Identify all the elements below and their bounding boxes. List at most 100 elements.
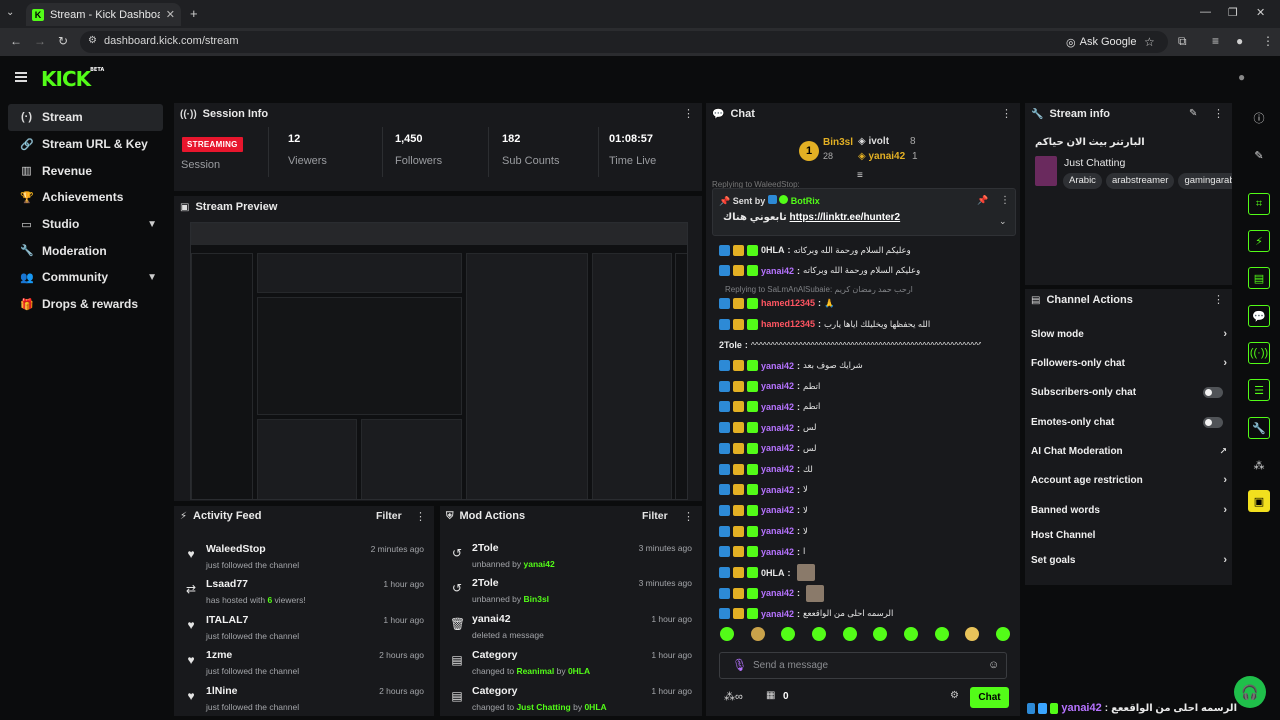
chat-message[interactable]: hamed12345: 🙏 [719, 294, 835, 312]
followers-only-row[interactable]: Followers-only chat › [1031, 353, 1227, 373]
filter-button[interactable]: Filter [642, 510, 668, 522]
chat-message[interactable]: yanai42: لا [719, 481, 808, 499]
emote-icon[interactable] [720, 627, 734, 641]
pinned-message[interactable]: 📌 Sent by BotRix تابعوني هناك https://li… [712, 188, 1016, 236]
chat-message[interactable]: 0HLA: [719, 564, 815, 582]
chat-username[interactable]: yanai42 [761, 547, 794, 557]
support-headset-icon[interactable]: 🎧 [1234, 676, 1266, 708]
chat-message[interactable]: yanai42: اتطم [719, 377, 820, 395]
chat-username[interactable]: 0HLA [761, 568, 785, 578]
chat-username[interactable]: yanai42 [761, 423, 794, 433]
emote-icon[interactable] [995, 627, 1010, 641]
bolt-icon[interactable]: ⚡ [1248, 230, 1270, 252]
wrench-icon[interactable]: 🔧 [1248, 417, 1270, 439]
chat-message[interactable]: yanai42: وعليكم السلام ورحمة الله وبركاته [719, 262, 920, 280]
pin-icon[interactable]: 📌 [977, 195, 988, 206]
document-icon[interactable]: ▤ [1248, 267, 1270, 289]
emote-icon[interactable] [811, 627, 826, 641]
more-options-icon[interactable]: ⋮ [683, 510, 694, 523]
chat-message[interactable]: yanai42: لك [719, 460, 813, 478]
store-icon[interactable]: ▦ [766, 690, 775, 701]
chat-username[interactable]: yanai42 [761, 526, 794, 536]
maximize-icon[interactable]: ❐ [1228, 6, 1238, 19]
more-options-icon[interactable]: ⋮ [1000, 195, 1010, 206]
chat-username[interactable]: 0HLA [761, 245, 785, 255]
chat-message[interactable]: yanai42: الرسمه احلى من الواقععع [719, 605, 893, 623]
gift-icon[interactable]: ▣ [1248, 490, 1270, 512]
set-goals-row[interactable]: Set goals › [1031, 550, 1227, 570]
subscribers-only-toggle[interactable] [1203, 386, 1223, 398]
more-options-icon[interactable]: ⋮ [683, 107, 694, 120]
chat-message[interactable]: yanai42: [719, 584, 825, 602]
sidebar-item-community[interactable]: 👥 Community ▼ [8, 264, 163, 291]
chat-username[interactable]: yanai42 [761, 443, 794, 453]
chat-username[interactable]: yanai42 [761, 485, 794, 495]
chat-message[interactable]: hamed12345: الله يحفظها ويخليلك اياها يار… [719, 315, 930, 333]
tab-list-icon[interactable]: ⌄ [6, 7, 14, 18]
ask-google-button[interactable]: ◎ Ask Google [1066, 34, 1136, 50]
chat-username[interactable]: yanai42 [761, 381, 794, 391]
browser-menu-icon[interactable]: ⋮ [1262, 34, 1274, 48]
emote-icon[interactable] [903, 627, 918, 641]
send-chat-button[interactable]: Chat [970, 687, 1009, 708]
minimize-icon[interactable]: — [1200, 6, 1211, 18]
chat-username[interactable]: yanai42 [761, 588, 794, 598]
new-tab-icon[interactable]: + [190, 6, 198, 21]
chevron-down-icon[interactable]: ⌄ [999, 216, 1007, 227]
host-channel-row[interactable]: Host Channel [1031, 525, 1227, 545]
chat-message[interactable]: yanai42: لا [719, 522, 808, 540]
second-gifter[interactable]: ◈ ivolt [858, 136, 889, 147]
edit-icon[interactable]: ✎ [1248, 144, 1270, 166]
layout-icon[interactable]: ☰ [1248, 379, 1270, 401]
stream-preview-video[interactable] [190, 222, 688, 500]
banned-words-row[interactable]: Banned words › [1031, 500, 1227, 520]
chat-message[interactable]: yanai42: شرايك صوف بعد [719, 357, 863, 375]
top-gifter-name[interactable]: Bin3sl [823, 137, 853, 148]
tag-chip[interactable]: gamingarab [1178, 173, 1232, 189]
emote-icon[interactable] [873, 627, 888, 641]
chat-username[interactable]: hamed12345 [761, 298, 815, 308]
tag-chip[interactable]: arabstreamer [1105, 173, 1175, 189]
slow-mode-row[interactable]: Slow mode › [1031, 324, 1227, 344]
clip-icon[interactable]: ⌗ [1248, 193, 1270, 215]
media-icon[interactable]: ≡ [1212, 34, 1219, 48]
account-age-row[interactable]: Account age restriction › [1031, 470, 1227, 490]
chat-username[interactable]: yanai42 [761, 609, 794, 619]
mic-icon[interactable]: 🎙 [732, 658, 747, 672]
users-icon[interactable]: ⁂ [1248, 454, 1270, 476]
chat-message[interactable]: yanai42: لا [719, 501, 808, 519]
info-icon[interactable]: ⓘ [1248, 107, 1270, 129]
community-points-icon[interactable]: ⁂∞ [724, 690, 743, 703]
more-options-icon[interactable]: ⋮ [1213, 107, 1224, 120]
emote-icon[interactable] [750, 627, 765, 641]
chat-message[interactable]: yanai42: لس [719, 439, 816, 457]
sidebar-item-stream-url-key[interactable]: 🔗 Stream URL & Key [8, 131, 163, 158]
emote-icon[interactable] [842, 627, 857, 641]
sidebar-item-drops-rewards[interactable]: 🎁 Drops & rewards [8, 291, 163, 318]
profile-avatar-icon[interactable]: ● [1236, 34, 1243, 48]
site-info-icon[interactable]: ⚙ [88, 35, 97, 46]
kick-logo[interactable]: KICKBETA [41, 67, 104, 91]
close-tab-icon[interactable]: ✕ [166, 8, 175, 21]
chat-input-box[interactable]: 🎙 Send a message ☺ [719, 652, 1007, 679]
browser-tab[interactable]: K Stream - Kick Dashboard ✕ [26, 3, 181, 26]
forward-icon[interactable]: → [34, 34, 46, 48]
bookmark-star-icon[interactable]: ☆ [1144, 35, 1155, 49]
sidebar-item-stream[interactable]: (·) Stream [8, 104, 163, 131]
chat-message[interactable]: yanai42: ا [719, 543, 805, 561]
reload-icon[interactable]: ↻ [58, 34, 68, 48]
chat-username[interactable]: yanai42 [761, 266, 794, 276]
third-gifter[interactable]: ◈ yanai42 [858, 151, 905, 162]
more-options-icon[interactable]: ⋮ [415, 510, 426, 523]
filter-button[interactable]: Filter [376, 510, 402, 522]
chat-username[interactable]: yanai42 [761, 464, 794, 474]
close-window-icon[interactable]: ✕ [1256, 6, 1265, 19]
more-options-icon[interactable]: ⋮ [1001, 107, 1012, 120]
emote-icon[interactable] [781, 627, 796, 641]
emotes-only-toggle[interactable] [1203, 416, 1223, 428]
more-options-icon[interactable]: ⋮ [1213, 293, 1224, 306]
edit-pencil-icon[interactable]: ✎ [1189, 108, 1197, 119]
chat-message[interactable]: yanai42: لس [719, 419, 816, 437]
chat-message[interactable]: 0HLA: وعليكم السلام ورحمة الله وبركاته [719, 241, 911, 259]
pinned-link[interactable]: https://linktr.ee/hunter2 [790, 212, 901, 223]
